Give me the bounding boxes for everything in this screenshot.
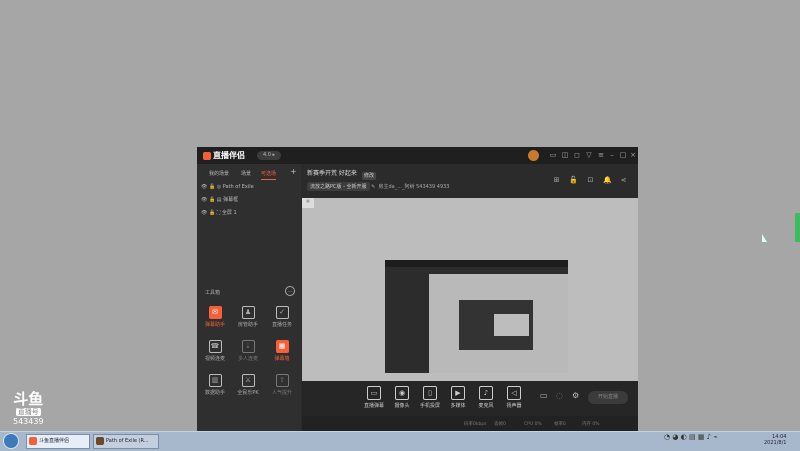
source-row[interactable]: 👁 🔓 ⛶ 全屏 1	[201, 208, 237, 218]
tool-danmaku[interactable]: ✉ 弹幕助手	[200, 306, 230, 332]
start-live-button[interactable]: 开始直播	[588, 391, 628, 404]
danmaku-icon: ✉	[208, 306, 222, 319]
gift-icon[interactable]: ◫	[561, 151, 569, 159]
download-icon[interactable]: ◻	[573, 151, 581, 159]
room-title: 新赛季开荒 好起来	[307, 170, 357, 177]
nested-preview	[429, 274, 568, 373]
more-tools-icon[interactable]: …	[285, 286, 295, 296]
mic-button[interactable]: ♪ 麦克风	[473, 386, 499, 409]
close-icon[interactable]: ×	[629, 151, 637, 159]
video-link-icon: ☎	[208, 340, 222, 353]
beauty-icon[interactable]: ◌	[556, 391, 563, 400]
task-icon: ✓	[275, 306, 289, 319]
message-icon[interactable]: ▭	[549, 151, 557, 159]
system-tray[interactable]: ◔ ◕ ◐ ▤ ▦ ♪ ⌁	[664, 433, 718, 441]
version-badge[interactable]: 4.0 ▸	[257, 151, 281, 160]
douyu-app-icon	[29, 437, 37, 445]
phone-cast-icon: ▯	[423, 386, 437, 400]
lock-icon[interactable]: 🔓	[209, 210, 217, 216]
start-button[interactable]	[3, 433, 19, 449]
watermark-brand: 斗鱼	[13, 390, 44, 408]
taskbar: 斗鱼直播伴侣 Path of Exile (R... ◔ ◕ ◐ ▤ ▦ ♪ ⌁…	[0, 431, 800, 451]
screen-icon: ▭	[367, 386, 381, 400]
source-row[interactable]: 👁 🔓 ▤ 弹幕框	[201, 195, 238, 205]
boost-icon: ⇧	[275, 374, 289, 387]
douyu-watermark: 斗鱼 直播号 543439	[13, 391, 44, 426]
share-icon[interactable]: ⋖	[619, 176, 628, 185]
poe-app-icon	[96, 437, 104, 445]
camera-icon: ◉	[395, 386, 409, 400]
source-row[interactable]: 👁 🔓 ◎ Path of Exile	[201, 182, 254, 192]
lock-icon[interactable]: 🔓	[209, 197, 217, 203]
room-info-row: 流放之路PC版 - 全新开服 ✎ 房主da_..._阿树 543439 4933	[307, 182, 449, 191]
eye-icon[interactable]: 👁	[201, 210, 209, 216]
preview-recursive-capture	[385, 260, 568, 373]
tab-scenes[interactable]: 场景	[241, 170, 251, 177]
settings-icon[interactable]: ⚙	[572, 391, 579, 400]
share-screen-icon[interactable]: ⊞	[552, 176, 561, 185]
streaming-app-window: 直播伴侣 4.0 ▸ ▭ ◫ ◻ ▽ ≡ – □ × 我的场景 场景 可选场 +…	[197, 147, 638, 450]
mic-icon: ♪	[479, 386, 493, 400]
data-icon: ▥	[208, 374, 222, 387]
media-button[interactable]: ▶ 多媒体	[445, 386, 471, 409]
edit-icon[interactable]: ✎	[371, 184, 375, 190]
tool-live-task[interactable]: ✓ 直播任务	[267, 306, 297, 332]
nested-preview-content	[494, 314, 529, 336]
tool-data[interactable]: ▥ 数据助手	[200, 374, 230, 400]
preview-watermark-icon: ▦	[302, 198, 314, 208]
taskbar-clock[interactable]: 14:04 2021/8/1	[764, 434, 786, 446]
tab-my-scenes[interactable]: 我的场景	[209, 170, 229, 177]
watermark-sub: 直播号	[15, 408, 41, 416]
tab-optional[interactable]: 可选场	[261, 170, 277, 180]
logo-icon	[203, 151, 211, 160]
add-scene-icon[interactable]: +	[290, 167, 297, 176]
maximize-icon[interactable]: □	[619, 151, 627, 159]
multi-link-icon: ⇣	[241, 340, 255, 353]
category-tag[interactable]: 流放之路PC版 - 全新开服	[307, 182, 370, 191]
stream-preview[interactable]: ▦	[302, 198, 638, 381]
avatar[interactable]	[528, 150, 539, 161]
edge-widget[interactable]	[795, 213, 800, 242]
tool-boost[interactable]: ⇧ 人气提升	[267, 374, 297, 400]
camera-button[interactable]: ◉ 摄像头	[389, 386, 415, 409]
wall-icon: ▦	[275, 340, 289, 353]
bell-icon[interactable]: 🔔	[603, 176, 612, 185]
toolbox-title: 工具箱	[205, 290, 221, 296]
eye-icon[interactable]: 👁	[201, 184, 209, 190]
tool-pk[interactable]: ⚔ 全民乐PK	[233, 374, 263, 400]
mouse-cursor-icon	[762, 234, 767, 242]
bottom-toolbar: ▭ 直播弹幕 ◉ 摄像头 ▯ 手机投屏 ▶ 多媒体 ♪ 麦克风 ◁ 扬声器 ▭ ◌ ⚙ 开始…	[302, 381, 638, 416]
taskbar-item-douyu[interactable]: 斗鱼直播伴侣	[26, 434, 90, 449]
minimize-icon[interactable]: –	[608, 151, 616, 159]
eye-icon[interactable]: 👁	[201, 197, 209, 203]
media-icon: ▶	[451, 386, 465, 400]
title-bar: 直播伴侣 4.0 ▸ ▭ ◫ ◻ ▽ ≡ – □ ×	[197, 147, 638, 164]
filter-icon[interactable]: ▽	[585, 151, 593, 159]
gift-box-icon[interactable]: ⊡	[586, 176, 595, 185]
nested-title-bar	[385, 260, 568, 267]
edit-title-button[interactable]: 修改	[362, 172, 376, 180]
nested-preview-window	[459, 300, 533, 350]
watermark-room-number: 543439	[13, 417, 44, 426]
tool-multi-link[interactable]: ⇣ 多人连麦	[233, 340, 263, 366]
speaker-button[interactable]: ◁ 扬声器	[501, 386, 527, 409]
app-logo: 直播伴侣	[203, 150, 245, 161]
danmaku-screen-button[interactable]: ▭ 直播弹幕	[361, 386, 387, 409]
tool-room-admin[interactable]: ♟ 房管助手	[233, 306, 263, 332]
tool-danmaku-wall[interactable]: ▦ 弹幕墙	[267, 340, 297, 366]
tool-video-link[interactable]: ☎ 视频连麦	[200, 340, 230, 366]
phone-cast-button[interactable]: ▯ 手机投屏	[417, 386, 443, 409]
admin-icon: ♟	[241, 306, 255, 319]
left-panel: 我的场景 场景 可选场 + 👁 🔓 ◎ Path of Exile 👁 🔓 ▤ …	[197, 164, 301, 450]
lock-icon[interactable]: 🔓	[569, 176, 578, 185]
pk-icon: ⚔	[241, 374, 255, 387]
lock-icon[interactable]: 🔓	[209, 184, 217, 190]
taskbar-item-poe[interactable]: Path of Exile (R...	[93, 434, 159, 449]
room-info: 房主da_..._阿树 543439 4933	[378, 184, 450, 190]
menu-icon[interactable]: ≡	[597, 151, 605, 159]
speaker-icon: ◁	[507, 386, 521, 400]
record-icon[interactable]: ▭	[540, 391, 548, 400]
tray-icons[interactable]: ◔ ◕ ◐ ▤ ▦ ♪ ⌁	[664, 433, 718, 441]
